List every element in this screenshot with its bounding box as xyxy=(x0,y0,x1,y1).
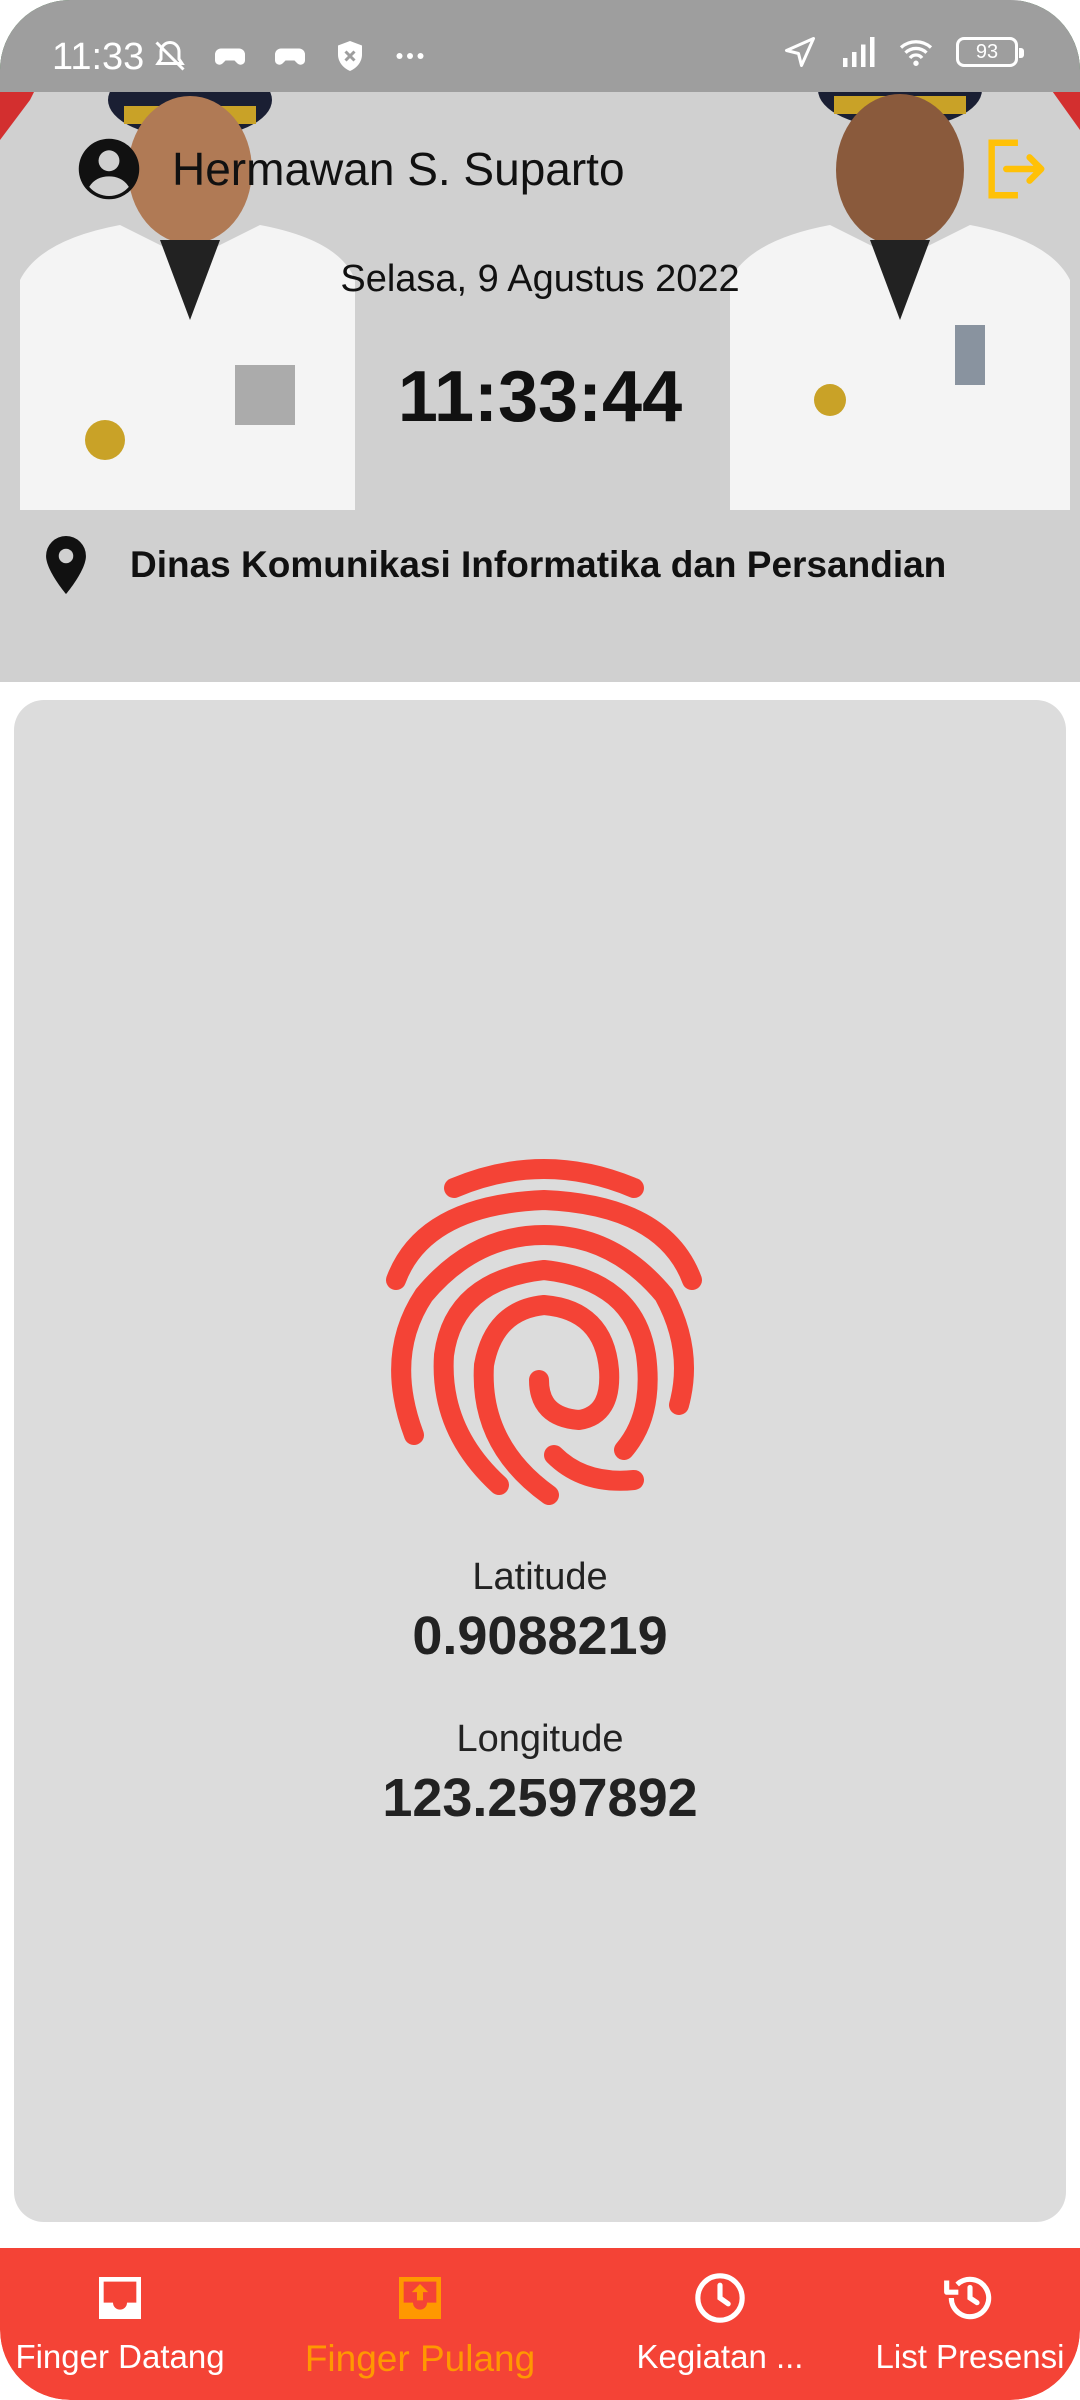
nav-label: Kegiatan ... xyxy=(636,2338,804,2375)
latitude-label: Latitude xyxy=(472,1556,608,1598)
location-arrow-icon xyxy=(785,37,815,67)
user-name: Hermawan S. Suparto xyxy=(172,143,625,195)
fingerprint-icon[interactable] xyxy=(384,1155,704,1515)
clock-icon xyxy=(695,2273,745,2323)
nav-label: List Presensi xyxy=(875,2338,1065,2375)
battery-icon: 93 xyxy=(956,37,1024,67)
status-icons-left xyxy=(152,38,428,74)
nav-finger-pulang[interactable]: Finger Pulang xyxy=(300,2270,540,2380)
mute-bell-icon xyxy=(155,40,185,71)
game-controller-icon xyxy=(215,48,245,65)
wifi-icon xyxy=(899,40,933,66)
status-bar: 11:33 93 xyxy=(0,0,1080,92)
battery-level: 93 xyxy=(975,40,999,63)
user-info: Hermawan S. Suparto xyxy=(76,136,625,202)
game-controller-icon xyxy=(275,48,305,65)
latitude-value: 0.9088219 xyxy=(412,1606,668,1666)
header: 11:33 93 Hermawan S. Suparto Selasa, 9 A… xyxy=(0,0,1080,682)
latitude-block: Latitude 0.9088219 xyxy=(14,1556,1066,1667)
office-location: Dinas Komunikasi Informatika dan Persand… xyxy=(130,544,947,585)
outbox-icon xyxy=(399,2277,441,2319)
longitude-value: 123.2597892 xyxy=(382,1768,698,1828)
location-pin-icon xyxy=(46,536,86,594)
current-date: Selasa, 9 Agustus 2022 xyxy=(340,258,740,300)
longitude-label: Longitude xyxy=(456,1718,624,1760)
nav-label: Finger Datang xyxy=(15,2338,225,2375)
longitude-block: Longitude 123.2597892 xyxy=(14,1718,1066,1829)
bottom-nav: Finger Datang Finger Pulang Kegiatan ... xyxy=(0,2248,1080,2400)
shield-icon xyxy=(338,41,362,71)
nav-label: Finger Pulang xyxy=(304,2338,536,2379)
more-icon xyxy=(396,53,424,59)
history-icon xyxy=(944,2276,992,2320)
signal-icon xyxy=(843,37,875,67)
attendance-card: Latitude 0.9088219 Longitude 123.2597892 xyxy=(14,700,1066,2222)
status-icons-right: 93 xyxy=(782,34,1024,70)
nav-finger-datang[interactable]: Finger Datang xyxy=(12,2270,228,2376)
nav-kegiatan[interactable]: Kegiatan ... xyxy=(600,2270,840,2376)
logout-icon[interactable] xyxy=(980,134,1050,204)
location-info: Dinas Komunikasi Informatika dan Persand… xyxy=(44,536,946,594)
current-clock: 11:33:44 xyxy=(397,357,683,437)
app-screen: 11:33 93 Hermawan S. Suparto Selasa, 9 A… xyxy=(0,0,1080,2400)
account-circle-icon xyxy=(78,138,140,200)
nav-list-presensi[interactable]: List Presensi xyxy=(860,2270,1080,2376)
status-time: 11:33 xyxy=(52,36,145,78)
inbox-icon xyxy=(99,2277,141,2319)
